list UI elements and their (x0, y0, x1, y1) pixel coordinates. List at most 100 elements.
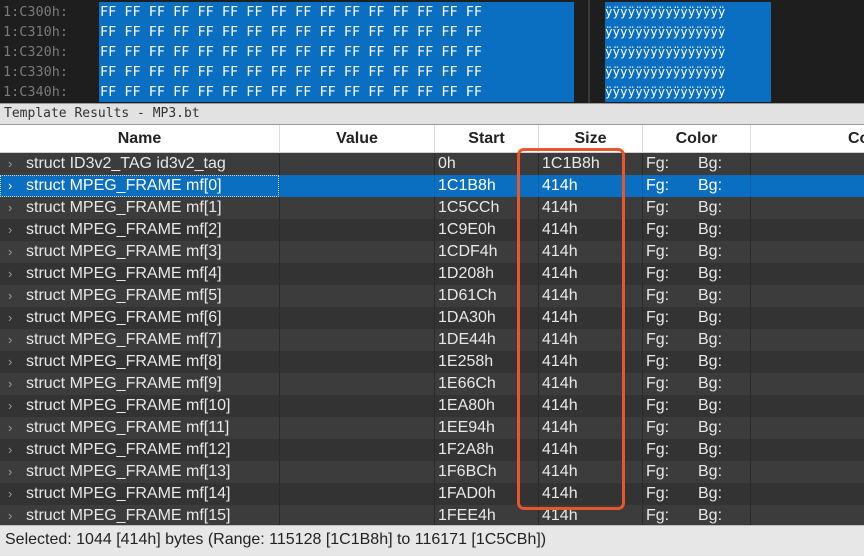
column-divider (279, 461, 280, 483)
cell-value (282, 219, 432, 241)
tree-row[interactable]: › struct MPEG_FRAME mf[13] 1F6BCh 414h Fg: Bg… (0, 461, 864, 483)
column-divider (750, 417, 751, 439)
hex-editor-pane[interactable]: 1:C300h: FF FF FF FF FF FF FF FF FF FF FF… (0, 0, 864, 103)
column-divider (642, 175, 643, 197)
chevron-right-icon[interactable]: › (8, 175, 18, 197)
column-divider (750, 439, 751, 461)
chevron-right-icon[interactable]: › (8, 153, 18, 175)
tree-row[interactable]: › struct ID3v2_TAG id3v2_tag 0h 1C1B8h Fg: Bg… (0, 153, 864, 175)
chevron-right-icon[interactable]: › (8, 417, 18, 439)
cell-fg: Fg: (646, 419, 670, 436)
hex-ascii[interactable]: ÿÿÿÿÿÿÿÿÿÿÿÿÿÿÿÿ (605, 62, 771, 82)
chevron-right-icon[interactable]: › (8, 351, 18, 373)
column-divider (538, 153, 539, 175)
cell-size: 414h (542, 287, 578, 304)
chevron-right-icon[interactable]: › (8, 219, 18, 241)
tree-row[interactable]: › struct MPEG_FRAME mf[6] 1DA30h 414h Fg: Bg: (0, 307, 864, 329)
cell-start: 1F2A8h (438, 441, 495, 458)
column-divider (642, 351, 643, 373)
tree-row[interactable]: › struct MPEG_FRAME mf[0] 1C1B8h 414h Fg: Bg: (0, 175, 864, 197)
column-divider (538, 439, 539, 461)
column-header-start[interactable]: Start (435, 125, 539, 153)
tree-row[interactable]: › struct MPEG_FRAME mf[11] 1EE94h 414h Fg: Bg… (0, 417, 864, 439)
column-divider (642, 461, 643, 483)
chevron-right-icon[interactable]: › (8, 241, 18, 263)
template-results-tree[interactable]: › struct ID3v2_TAG id3v2_tag 0h 1C1B8h Fg: Bg… (0, 153, 864, 525)
column-divider (434, 395, 435, 417)
column-divider (750, 285, 751, 307)
hex-row[interactable]: 1:C320h: FF FF FF FF FF FF FF FF FF FF FF… (0, 42, 864, 62)
chevron-right-icon[interactable]: › (8, 505, 18, 525)
chevron-right-icon[interactable]: › (8, 373, 18, 395)
tree-row[interactable]: › struct MPEG_FRAME mf[10] 1EA80h 414h Fg: Bg… (0, 395, 864, 417)
column-divider (538, 417, 539, 439)
tree-row[interactable]: › struct MPEG_FRAME mf[9] 1E66Ch 414h Fg: Bg: (0, 373, 864, 395)
tree-row[interactable]: › struct MPEG_FRAME mf[14] 1FAD0h 414h Fg: Bg… (0, 483, 864, 505)
hex-ascii[interactable]: ÿÿÿÿÿÿÿÿÿÿÿÿÿÿÿÿ (605, 82, 771, 102)
hex-bytes[interactable]: FF FF FF FF FF FF FF FF FF FF FF FF FF F… (99, 62, 574, 82)
column-header-name[interactable]: Name (0, 125, 280, 153)
cell-start: 1C5CCh (438, 199, 500, 216)
column-divider (279, 439, 280, 461)
cell-size: 414h (542, 397, 578, 414)
column-divider (642, 241, 643, 263)
hex-ascii[interactable]: ÿÿÿÿÿÿÿÿÿÿÿÿÿÿÿÿ (605, 22, 771, 42)
tree-row[interactable]: › struct MPEG_FRAME mf[1] 1C5CCh 414h Fg: Bg: (0, 197, 864, 219)
chevron-right-icon[interactable]: › (8, 263, 18, 285)
cell-size: 414h (542, 177, 578, 194)
tree-row[interactable]: › struct MPEG_FRAME mf[8] 1E258h 414h Fg: Bg: (0, 351, 864, 373)
cell-fg: Fg: (646, 485, 670, 502)
chevron-right-icon[interactable]: › (8, 197, 18, 219)
cell-size: 414h (542, 221, 578, 238)
chevron-right-icon[interactable]: › (8, 395, 18, 417)
column-divider (434, 439, 435, 461)
cell-value (282, 417, 432, 439)
hex-bytes[interactable]: FF FF FF FF FF FF FF FF FF FF FF FF FF F… (99, 2, 574, 22)
tree-row[interactable]: › struct MPEG_FRAME mf[12] 1F2A8h 414h Fg: Bg… (0, 439, 864, 461)
tree-row[interactable]: › struct MPEG_FRAME mf[7] 1DE44h 414h Fg: Bg: (0, 329, 864, 351)
cell-value (282, 153, 432, 175)
chevron-right-icon[interactable]: › (8, 461, 18, 483)
cell-fg: Fg: (646, 287, 670, 304)
column-divider (642, 263, 643, 285)
column-divider (279, 329, 280, 351)
cell-start: 1FEE4h (438, 507, 496, 524)
chevron-right-icon[interactable]: › (8, 329, 18, 351)
column-divider (434, 153, 435, 175)
hex-ascii[interactable]: ÿÿÿÿÿÿÿÿÿÿÿÿÿÿÿÿ (605, 42, 771, 62)
tree-row[interactable]: › struct MPEG_FRAME mf[15] 1FEE4h 414h Fg: Bg… (0, 505, 864, 525)
hex-bytes[interactable]: FF FF FF FF FF FF FF FF FF FF FF FF FF F… (99, 42, 574, 62)
chevron-right-icon[interactable]: › (8, 483, 18, 505)
cell-start: 1FAD0h (438, 485, 496, 502)
chevron-right-icon[interactable]: › (8, 307, 18, 329)
hex-row[interactable]: 1:C310h: FF FF FF FF FF FF FF FF FF FF FF… (0, 22, 864, 42)
hex-ascii[interactable]: ÿÿÿÿÿÿÿÿÿÿÿÿÿÿÿÿ (605, 2, 771, 22)
cell-fg: Fg: (646, 507, 670, 524)
cell-bg: Bg: (698, 177, 723, 194)
cell-bg: Bg: (698, 243, 723, 260)
cell-name: struct MPEG_FRAME mf[12] (26, 441, 231, 458)
hex-row[interactable]: 1:C330h: FF FF FF FF FF FF FF FF FF FF FF… (0, 62, 864, 82)
column-divider (750, 373, 751, 395)
hex-row[interactable]: 1:C300h: FF FF FF FF FF FF FF FF FF FF FF… (0, 2, 864, 22)
column-header-comment[interactable]: Co (751, 125, 864, 153)
chevron-right-icon[interactable]: › (8, 285, 18, 307)
column-header-color[interactable]: Color (643, 125, 751, 153)
tree-row[interactable]: › struct MPEG_FRAME mf[2] 1C9E0h 414h Fg: Bg: (0, 219, 864, 241)
column-header-value[interactable]: Value (280, 125, 435, 153)
tree-row[interactable]: › struct MPEG_FRAME mf[4] 1D208h 414h Fg: Bg: (0, 263, 864, 285)
column-divider (750, 307, 751, 329)
cell-bg: Bg: (698, 441, 723, 458)
chevron-right-icon[interactable]: › (8, 439, 18, 461)
hex-bytes[interactable]: FF FF FF FF FF FF FF FF FF FF FF FF FF F… (99, 22, 574, 42)
cell-bg: Bg: (698, 507, 723, 524)
cell-value (282, 395, 432, 417)
tree-row[interactable]: › struct MPEG_FRAME mf[5] 1D61Ch 414h Fg: Bg: (0, 285, 864, 307)
column-header-size[interactable]: Size (539, 125, 643, 153)
cell-bg: Bg: (698, 375, 723, 392)
cell-bg: Bg: (698, 265, 723, 282)
hex-row[interactable]: 1:C340h: FF FF FF FF FF FF FF FF FF FF FF… (0, 82, 864, 102)
hex-bytes[interactable]: FF FF FF FF FF FF FF FF FF FF FF FF FF F… (99, 82, 574, 102)
cell-name: struct MPEG_FRAME mf[10] (26, 397, 231, 414)
tree-row[interactable]: › struct MPEG_FRAME mf[3] 1CDF4h 414h Fg: Bg: (0, 241, 864, 263)
